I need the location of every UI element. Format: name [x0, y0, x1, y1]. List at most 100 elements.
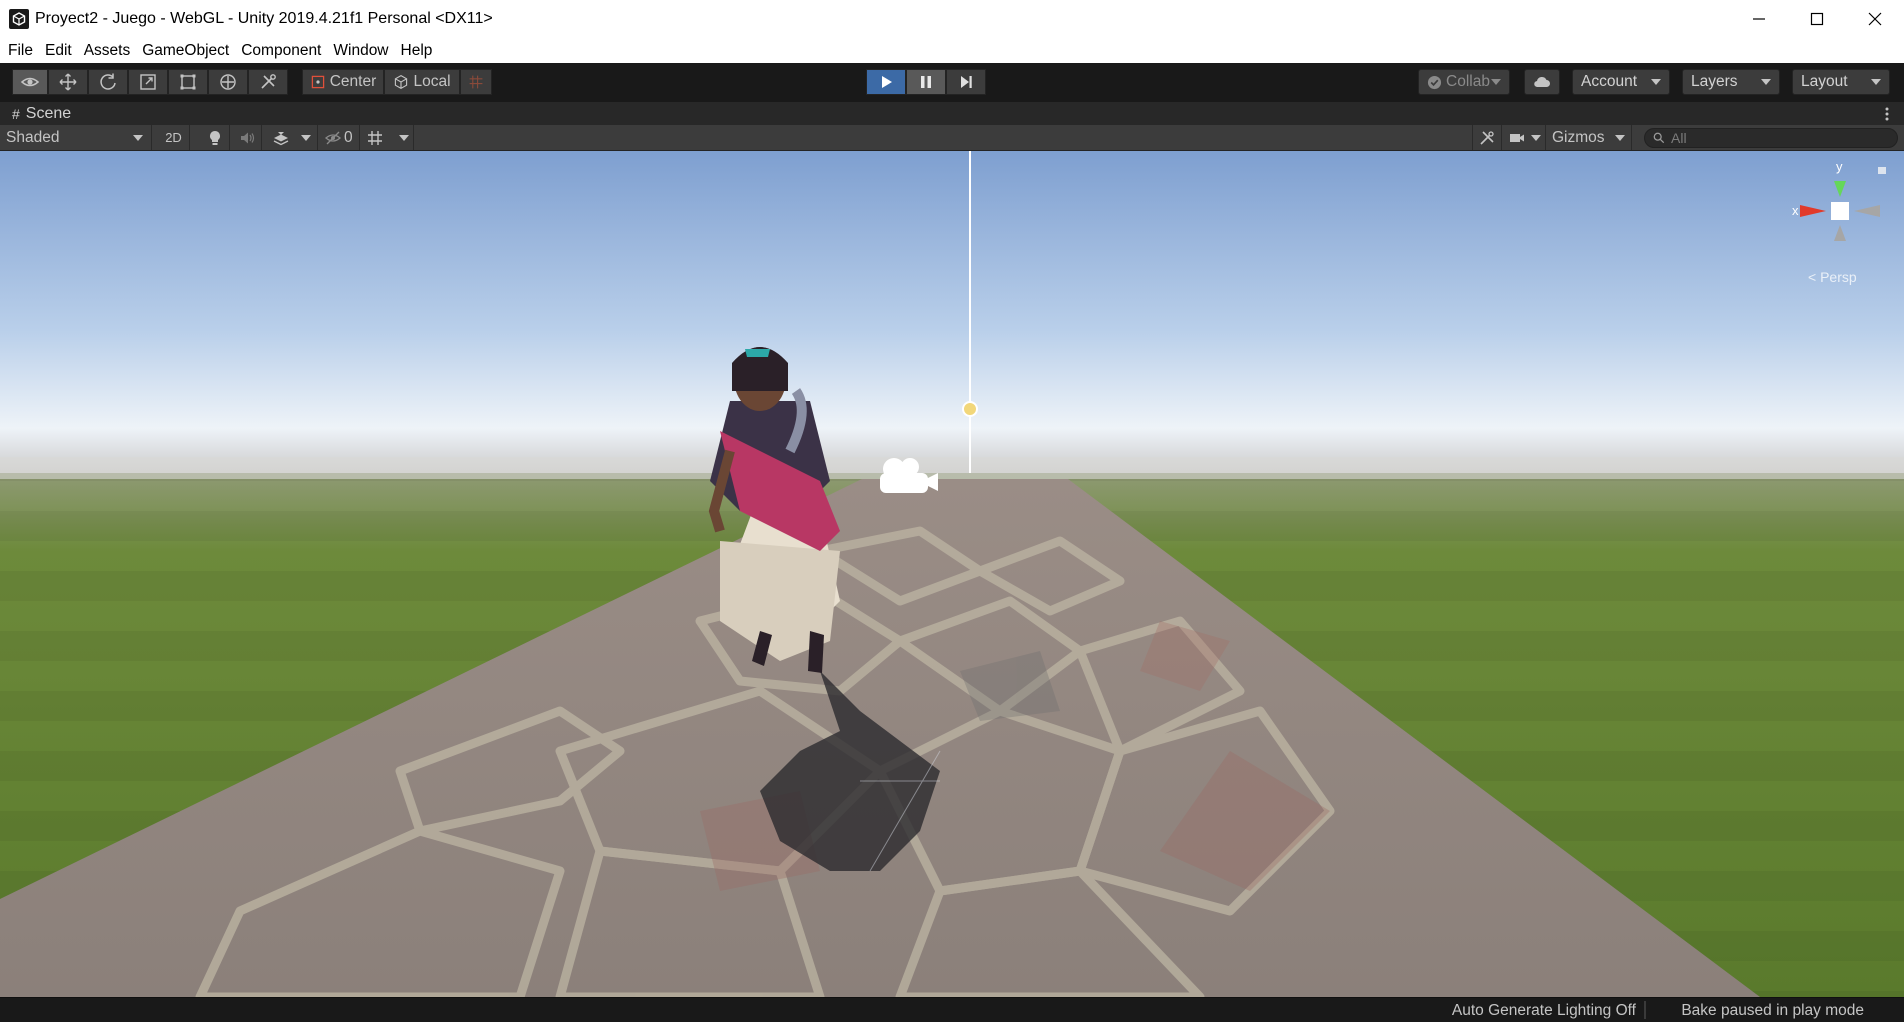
- grid-snap-button[interactable]: [460, 69, 492, 95]
- menu-component[interactable]: Component: [235, 38, 327, 63]
- menu-window[interactable]: Window: [327, 38, 394, 63]
- speaker-icon: [240, 132, 254, 143]
- transform-gizmo-icon: [220, 74, 236, 90]
- chevron-down-icon: [399, 135, 409, 141]
- lighting-status[interactable]: Auto Generate Lighting Off: [1452, 1002, 1636, 1020]
- chevron-down-icon: [1761, 79, 1771, 85]
- pivot-local-button[interactable]: Local: [384, 69, 460, 95]
- maximize-icon: [1810, 12, 1824, 26]
- chevron-down-icon: [1651, 79, 1661, 85]
- hidden-objects-toggle[interactable]: 0: [320, 125, 360, 150]
- scene-tools-button[interactable]: [1472, 125, 1502, 150]
- gizmo-x-label: x: [1792, 203, 1799, 218]
- effects-layers-icon: [273, 131, 289, 145]
- window-title: Proyect2 - Juego - WebGL - Unity 2019.4.…: [35, 10, 493, 27]
- scene-render: y x < Persp: [0, 151, 1904, 997]
- tools-icon: [1480, 130, 1494, 145]
- chevron-down-icon: [133, 135, 143, 141]
- chevron-down-icon: [1871, 79, 1881, 85]
- view-tool-button[interactable]: [12, 69, 48, 95]
- camera-settings-dropdown[interactable]: [1504, 125, 1546, 150]
- rect-tool-button[interactable]: [168, 69, 208, 95]
- scale-tool-button[interactable]: [128, 69, 168, 95]
- scene-search-input[interactable]: [1671, 130, 1871, 146]
- transform-tools: [12, 69, 288, 95]
- eye-icon: [20, 77, 40, 87]
- menu-assets[interactable]: Assets: [78, 38, 137, 63]
- gizmos-dropdown[interactable]: Gizmos: [1548, 125, 1632, 150]
- scene-toolbar: Shaded 2D 0 Gizmos: [0, 125, 1904, 151]
- effects-dropdown[interactable]: [266, 125, 318, 150]
- step-button[interactable]: [946, 69, 986, 95]
- scale-icon: [140, 74, 156, 90]
- shading-mode-dropdown[interactable]: Shaded: [0, 125, 152, 150]
- chevron-down-icon: [1531, 135, 1541, 141]
- menu-bar: File Edit Assets GameObject Component Wi…: [0, 38, 1904, 63]
- scene-tab-bar: # Scene: [0, 101, 1904, 125]
- unity-logo-icon: [9, 9, 29, 29]
- pivot-tools: Center Local: [302, 69, 492, 95]
- scene-viewport[interactable]: y x < Persp: [0, 151, 1904, 997]
- grid-dropdown[interactable]: [362, 125, 414, 150]
- menu-gameobject[interactable]: GameObject: [136, 38, 235, 63]
- layers-label: Layers: [1691, 73, 1738, 90]
- step-icon: [961, 76, 972, 88]
- play-button[interactable]: [866, 69, 906, 95]
- gizmos-label: Gizmos: [1552, 128, 1605, 146]
- title-bar: Proyect2 - Juego - WebGL - Unity 2019.4.…: [0, 0, 1904, 38]
- grid-icon: [368, 130, 382, 145]
- scene-search-field[interactable]: [1644, 128, 1898, 148]
- check-circle-icon: [1427, 75, 1442, 89]
- gizmo-lock-icon[interactable]: [1878, 167, 1886, 174]
- custom-tool-button[interactable]: [248, 69, 288, 95]
- status-divider: [1644, 1001, 1646, 1019]
- local-cube-icon: [395, 74, 408, 90]
- bake-status: Bake paused in play mode: [1681, 1002, 1864, 1019]
- shading-mode-label: Shaded: [6, 128, 60, 146]
- chevron-down-icon: [1615, 135, 1625, 141]
- pivot-center-icon: [311, 75, 324, 89]
- kebab-menu-icon[interactable]: [1884, 105, 1890, 123]
- pivot-center-button[interactable]: Center: [302, 69, 384, 95]
- menu-help[interactable]: Help: [395, 38, 439, 63]
- camera-icon: [1510, 133, 1524, 142]
- sun-gizmo-icon: [962, 401, 978, 417]
- lightbulb-icon: [209, 130, 220, 145]
- play-icon: [882, 76, 892, 88]
- collab-label: Collab: [1446, 73, 1490, 90]
- projection-label[interactable]: < Persp: [1808, 269, 1857, 285]
- tab-scene[interactable]: # Scene: [0, 102, 71, 126]
- search-icon: [1653, 132, 1665, 144]
- menu-edit[interactable]: Edit: [39, 38, 78, 63]
- layers-dropdown[interactable]: Layers: [1682, 69, 1780, 95]
- pivot-center-label: Center: [329, 73, 377, 90]
- gizmo-y-label: y: [1836, 159, 1843, 174]
- lighting-toggle[interactable]: [200, 125, 230, 150]
- maximize-button[interactable]: [1788, 0, 1846, 38]
- move-tool-button[interactable]: [48, 69, 88, 95]
- main-toolbar: Center Local Collab Account Layers Layou…: [0, 63, 1904, 101]
- audio-toggle[interactable]: [232, 125, 262, 150]
- minimize-icon: [1753, 18, 1765, 20]
- 2d-mode-toggle[interactable]: 2D: [158, 125, 190, 150]
- eye-slash-icon: [325, 131, 341, 144]
- scene-tab-label: Scene: [25, 105, 72, 122]
- pivot-local-label: Local: [413, 73, 451, 90]
- account-label: Account: [1581, 73, 1638, 90]
- chevron-down-icon: [301, 135, 311, 141]
- chevron-down-icon: [1491, 79, 1501, 85]
- account-dropdown[interactable]: Account: [1572, 69, 1670, 95]
- close-button[interactable]: [1846, 0, 1904, 38]
- hidden-count: 0: [344, 128, 353, 146]
- rotate-tool-button[interactable]: [88, 69, 128, 95]
- layout-dropdown[interactable]: Layout: [1792, 69, 1890, 95]
- pause-button[interactable]: [906, 69, 946, 95]
- cloud-button[interactable]: [1524, 69, 1560, 95]
- collab-dropdown[interactable]: Collab: [1418, 69, 1510, 95]
- rotate-icon: [100, 73, 116, 90]
- status-bar: Auto Generate Lighting Off Bake paused i…: [0, 997, 1904, 1022]
- minimize-button[interactable]: [1730, 0, 1788, 38]
- 2d-mode-label: 2D: [165, 130, 182, 145]
- menu-file[interactable]: File: [2, 38, 39, 63]
- transform-tool-button[interactable]: [208, 69, 248, 95]
